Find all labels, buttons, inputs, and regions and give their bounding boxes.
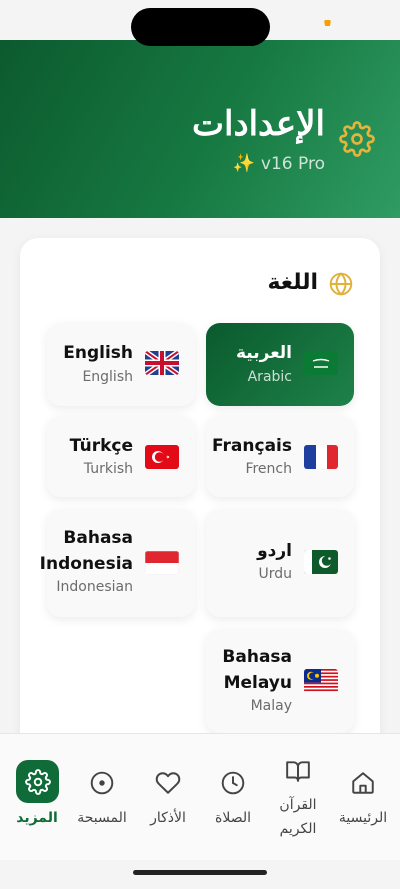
nav-item-tasbih[interactable]: المسبحة: [70, 734, 134, 844]
language-name: العربية: [235, 343, 292, 363]
language-name-line2: Melayu: [223, 673, 292, 693]
uk-flag-icon: [145, 351, 179, 375]
page-title: الإعدادات: [191, 104, 325, 144]
language-section-title: اللغة: [267, 270, 318, 295]
language-name-line1: Bahasa: [63, 528, 133, 548]
nav-label: الأذكار: [150, 810, 186, 826]
book-icon: [286, 761, 310, 782]
language-option-urdu[interactable]: اردو Urdu: [206, 509, 354, 617]
home-indicator[interactable]: [133, 870, 267, 875]
nav-item-prayer[interactable]: الصلاة: [203, 734, 263, 844]
status-indicator-icon: [324, 20, 331, 26]
language-name-line1: Bahasa: [222, 647, 292, 667]
language-name: Français: [212, 436, 292, 456]
camera-notch: [131, 8, 270, 46]
language-name: English: [63, 343, 133, 363]
version-text: v16 Pro: [260, 153, 325, 174]
saudi-flag-icon: [304, 351, 338, 375]
home-icon: [352, 772, 374, 794]
language-subtitle: Turkish: [83, 461, 133, 477]
language-name: Türkçe: [69, 436, 133, 456]
language-subtitle: Urdu: [258, 566, 292, 582]
france-flag-icon: [304, 445, 338, 469]
language-subtitle: English: [82, 369, 133, 385]
bottom-navigation: الرئيسية القرآن الكريم الصلاة الأذكار ال…: [0, 733, 400, 860]
tasbih-icon: [90, 771, 114, 795]
clock-icon: [221, 771, 245, 795]
language-option-arabic[interactable]: العربية Arabic: [206, 323, 354, 406]
nav-item-quran[interactable]: القرآن الكريم: [268, 734, 328, 844]
heart-icon: [155, 772, 181, 794]
language-name-line2: Indonesia: [39, 554, 133, 574]
language-subtitle: Indonesian: [56, 579, 133, 595]
language-subtitle: Arabic: [247, 369, 292, 385]
language-name: اردو: [257, 541, 292, 561]
language-option-french[interactable]: Français French: [206, 416, 354, 497]
indonesia-flag-icon: [145, 551, 179, 575]
gear-icon: [25, 769, 51, 795]
nav-label: الصلاة: [215, 810, 251, 826]
nav-item-adhkar[interactable]: الأذكار: [138, 734, 198, 844]
language-subtitle: Malay: [250, 698, 292, 714]
nav-item-home[interactable]: الرئيسية: [329, 734, 397, 844]
language-option-turkish[interactable]: Türkçe Turkish: [47, 416, 195, 497]
globe-icon: [329, 272, 353, 296]
nav-label: المسبحة: [77, 810, 127, 826]
language-option-malay[interactable]: Bahasa Melayu Malay: [206, 629, 354, 733]
nav-label-line1: القرآن: [279, 797, 317, 813]
language-subtitle: French: [245, 461, 292, 477]
sparkle-icon: ✨: [232, 153, 255, 174]
pakistan-flag-icon: [304, 550, 338, 574]
language-option-indonesian[interactable]: Bahasa Indonesia Indonesian: [40, 509, 195, 617]
turkey-flag-icon: [145, 445, 179, 469]
language-option-english[interactable]: English English: [47, 323, 195, 406]
malaysia-flag-icon: [304, 669, 338, 693]
nav-label-line2: الكريم: [279, 821, 317, 837]
settings-gear-icon: [339, 121, 375, 157]
version-label: ✨ v16 Pro: [233, 153, 326, 174]
nav-label: الرئيسية: [338, 810, 388, 826]
nav-label: المزيد: [16, 810, 58, 826]
